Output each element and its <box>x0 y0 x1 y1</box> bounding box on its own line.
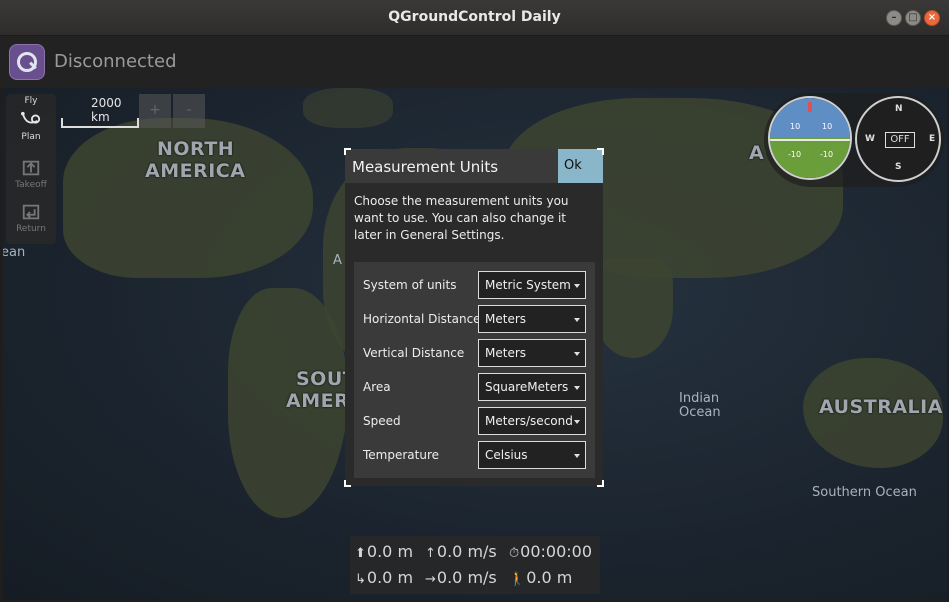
corner-marker <box>597 148 604 155</box>
return-label: Return <box>16 224 46 234</box>
corner-marker <box>344 148 351 155</box>
setting-row-system: System of units Metric System <box>354 270 595 300</box>
arrow-up-icon: ⬆ <box>355 546 366 561</box>
arrow-up-thin-icon: ↑ <box>425 546 436 561</box>
tool-strip: Fly Plan Takeoff Return <box>6 94 56 244</box>
arrow-right-icon: → <box>425 572 436 587</box>
attitude-indicator: 10 10 -10 -10 <box>768 96 852 180</box>
units-settings-panel: System of units Metric System Horizontal… <box>354 262 595 478</box>
temperature-select[interactable]: Celsius <box>478 441 586 469</box>
walk-distance-value: 🚶0.0 m <box>509 568 573 587</box>
chevron-down-icon <box>574 454 580 458</box>
map-label-north-america: NORTH AMERICA <box>145 138 246 182</box>
dialog-title: Measurement Units <box>352 158 499 176</box>
walking-person-icon: 🚶 <box>509 572 526 587</box>
takeoff-button[interactable]: Takeoff <box>6 158 56 190</box>
chevron-down-icon <box>574 318 580 322</box>
plan-button[interactable]: Plan <box>6 110 56 142</box>
map-label-australia: AUSTRALIA <box>819 396 943 418</box>
plan-icon <box>21 111 41 124</box>
compass-off-label: OFF <box>885 132 915 148</box>
fly-label: Fly <box>24 96 38 106</box>
ground-speed-value: →0.0 m/s <box>425 568 497 587</box>
chevron-down-icon <box>574 352 580 356</box>
altitude-value: ⬆0.0 m <box>355 542 414 561</box>
setting-row-horizontal: Horizontal Distance Meters <box>354 304 595 334</box>
window-title: QGroundControl Daily <box>388 9 561 25</box>
compass-indicator: N E S W OFF <box>855 96 941 182</box>
minimize-button[interactable]: – <box>886 10 902 26</box>
corner-marker <box>597 480 604 487</box>
chevron-down-icon <box>574 420 580 424</box>
dialog-header: Measurement Units <box>345 149 558 183</box>
setting-label: Area <box>363 380 391 394</box>
setting-label: Horizontal Distance <box>363 312 481 326</box>
zoom-in-button[interactable]: + <box>139 94 171 128</box>
setting-label: System of units <box>363 278 457 292</box>
map-label-ocean-left: ean <box>3 245 26 260</box>
close-button[interactable]: × <box>924 10 940 26</box>
setting-row-speed: Speed Meters/second <box>354 406 595 436</box>
setting-label: Temperature <box>363 448 440 462</box>
connection-status: Disconnected <box>54 51 177 72</box>
chevron-down-icon <box>574 284 580 288</box>
dialog-description: Choose the measurement units you want to… <box>354 194 569 242</box>
return-button[interactable]: Return <box>6 202 56 234</box>
stopwatch-icon: ⏱ <box>509 546 520 561</box>
setting-label: Vertical Distance <box>363 346 465 360</box>
setting-row-area: Area SquareMeters <box>354 372 595 402</box>
plan-label: Plan <box>21 132 41 142</box>
corner-marker <box>344 480 351 487</box>
setting-row-vertical: Vertical Distance Meters <box>354 338 595 368</box>
takeoff-icon <box>22 160 40 176</box>
takeoff-label: Takeoff <box>15 180 47 190</box>
map-label-indian-ocean: Indian Ocean <box>679 391 721 420</box>
main-toolbar: Disconnected <box>0 36 949 88</box>
vertical-speed-value: ↑0.0 m/s <box>425 542 497 561</box>
horizontal-distance-select[interactable]: Meters <box>478 305 586 333</box>
map-label-southern-ocean: Southern Ocean <box>812 485 917 500</box>
telemetry-bar: ⬆0.0 m ↑0.0 m/s ⏱00:00:00 ↳0.0 m →0.0 m/… <box>350 536 600 594</box>
setting-row-temperature: Temperature Celsius <box>354 440 595 470</box>
setting-label: Speed <box>363 414 401 428</box>
distance-home-value: ↳0.0 m <box>355 568 414 587</box>
map-label-africa: A <box>333 253 342 268</box>
zoom-out-button[interactable]: - <box>173 94 205 128</box>
flight-time-value: ⏱00:00:00 <box>509 542 592 561</box>
fly-button[interactable]: Fly <box>6 96 56 106</box>
map-label-asia: A <box>749 142 765 164</box>
map-scale: 2000 km <box>61 96 141 128</box>
measurement-units-dialog: Measurement Units Ok Choose the measurem… <box>344 148 604 487</box>
maximize-button[interactable]: □ <box>905 10 921 26</box>
app-window: QGroundControl Daily – □ × Disconnected … <box>0 0 949 602</box>
area-select[interactable]: SquareMeters <box>478 373 586 401</box>
return-icon <box>22 204 40 220</box>
title-bar: QGroundControl Daily – □ × <box>0 0 949 36</box>
speed-select[interactable]: Meters/second <box>478 407 586 435</box>
system-of-units-select[interactable]: Metric System <box>478 271 586 299</box>
scale-bar <box>61 118 139 128</box>
return-arrow-icon: ↳ <box>355 572 366 587</box>
chevron-down-icon <box>574 386 580 390</box>
qgc-logo-icon[interactable] <box>9 44 45 80</box>
vertical-distance-select[interactable]: Meters <box>478 339 586 367</box>
